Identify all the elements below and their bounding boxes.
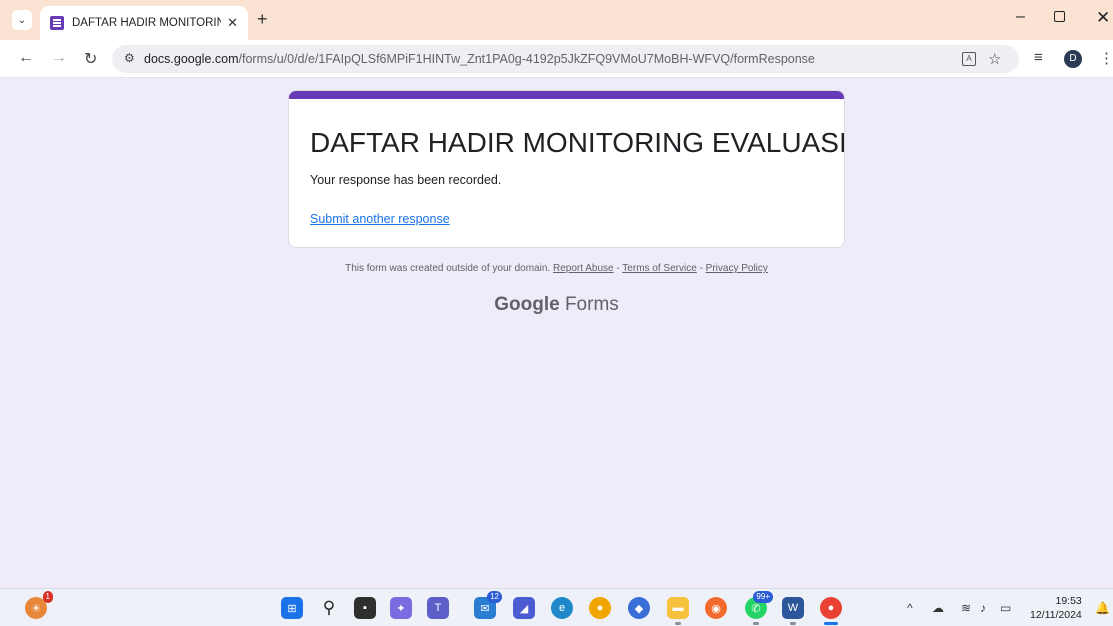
word-icon[interactable]: W: [782, 597, 804, 619]
mail-badge: 12: [487, 591, 502, 603]
chrome-icon[interactable]: ●: [589, 597, 611, 619]
privacy-link[interactable]: Privacy Policy: [706, 263, 768, 274]
menu-kebab-icon[interactable]: ⋮: [1099, 49, 1113, 67]
clock-date: 12/11/2024: [1030, 609, 1082, 621]
copilot-icon[interactable]: ✦: [390, 597, 412, 619]
page-content: DAFTAR HADIR MONITORING EVALUASI Your re…: [0, 78, 1113, 588]
whatsapp-badge: 99+: [753, 591, 773, 603]
battery-icon[interactable]: ▭: [1000, 601, 1011, 615]
active-indicator: [824, 622, 838, 625]
clock-time: 19:53: [1055, 595, 1082, 607]
submit-another-link[interactable]: Submit another response: [310, 212, 450, 226]
form-card: DAFTAR HADIR MONITORING EVALUASI Your re…: [288, 90, 845, 248]
terms-link[interactable]: Terms of Service: [622, 263, 696, 274]
form-footer: This form was created outside of your do…: [0, 263, 1113, 274]
report-abuse-link[interactable]: Report Abuse: [553, 263, 614, 274]
form-title: DAFTAR HADIR MONITORING EVALUASI: [310, 127, 845, 158]
mail-icon[interactable]: ✉ 12: [474, 591, 502, 619]
google-forms-favicon-icon: [50, 16, 64, 30]
footer-separator: -: [696, 263, 706, 274]
browser-tab[interactable]: DAFTAR HADIR MONITORING E ✕: [40, 6, 248, 40]
running-indicator: [753, 622, 759, 625]
onedrive-cloud-icon[interactable]: ☁: [932, 601, 944, 615]
reading-list-icon[interactable]: ≡: [1034, 49, 1043, 66]
running-indicator: [675, 622, 681, 625]
footer-note: This form was created outside of your do…: [345, 263, 551, 274]
address-bar[interactable]: ⚙ docs.google.com/forms/u/0/d/e/1FAIpQLS…: [112, 45, 1019, 73]
wifi-icon[interactable]: ≋: [961, 601, 971, 615]
weather-widget-icon[interactable]: ☀ 1: [25, 591, 53, 619]
bookmark-star-icon[interactable]: ☆: [988, 50, 1001, 68]
tab-close-icon[interactable]: ✕: [227, 15, 238, 31]
url-path: /forms/u/0/d/e/1FAIpQLSf6MPiF1HINTw_Znt1…: [238, 52, 815, 66]
task-view-icon[interactable]: ▪: [354, 597, 376, 619]
system-clock[interactable]: 19:53 12/11/2024: [1030, 594, 1082, 622]
form-accent-bar: [289, 91, 844, 99]
site-info-icon[interactable]: ⚙: [124, 51, 135, 65]
chrome-profile-icon[interactable]: ●: [820, 597, 842, 619]
translate-icon[interactable]: A: [962, 52, 976, 66]
app-icon[interactable]: ◆: [628, 597, 650, 619]
notification-bell-icon[interactable]: 🔔: [1095, 601, 1110, 615]
window-close-button[interactable]: ✕: [1096, 8, 1110, 28]
whatsapp-icon[interactable]: ✆ 99+: [745, 591, 773, 619]
profile-avatar[interactable]: D: [1064, 50, 1082, 68]
url-text[interactable]: docs.google.com/forms/u/0/d/e/1FAIpQLSf6…: [144, 52, 815, 66]
tab-search-chevron-icon[interactable]: ⌄: [12, 10, 32, 30]
google-forms-logo[interactable]: Google Forms: [0, 294, 1113, 316]
running-indicator: [790, 622, 796, 625]
footer-separator: -: [613, 263, 623, 274]
volume-icon[interactable]: ♪: [980, 601, 986, 615]
browser-toolbar: ← → ↻ ⚙ docs.google.com/forms/u/0/d/e/1F…: [0, 40, 1113, 78]
start-windows-icon[interactable]: ⊞: [281, 597, 303, 619]
new-tab-button[interactable]: +: [257, 9, 268, 30]
firefox-icon[interactable]: ◉: [705, 597, 727, 619]
url-host: docs.google.com: [144, 52, 239, 66]
windows-taskbar: ☀ 1 ⊞ ⚲ ▪ ✦ T ✉ 12 ◢ e ● ◆ ▬ ◉ ✆ 99+ W ● ^ …: [0, 588, 1113, 626]
reload-icon[interactable]: ↻: [84, 49, 97, 69]
edge-icon[interactable]: e: [551, 597, 573, 619]
back-arrow-icon[interactable]: ←: [18, 49, 34, 67]
forms-wordmark: Forms: [564, 294, 619, 315]
google-wordmark: Google: [494, 294, 560, 315]
app-icon[interactable]: ◢: [513, 597, 535, 619]
tab-title: DAFTAR HADIR MONITORING E: [72, 17, 222, 29]
window-minimize-button[interactable]: –: [1016, 8, 1025, 26]
file-explorer-icon[interactable]: ▬: [667, 597, 689, 619]
weather-badge: 1: [42, 591, 53, 603]
forward-arrow-icon[interactable]: →: [51, 49, 67, 67]
search-icon[interactable]: ⚲: [318, 597, 340, 619]
tab-strip: ⌄ DAFTAR HADIR MONITORING E ✕ + – ✕: [0, 0, 1113, 40]
window-restore-button[interactable]: [1054, 11, 1065, 22]
tray-overflow-chevron-icon[interactable]: ^: [907, 601, 913, 615]
teams-icon[interactable]: T: [427, 597, 449, 619]
confirmation-message: Your response has been recorded.: [310, 173, 502, 187]
